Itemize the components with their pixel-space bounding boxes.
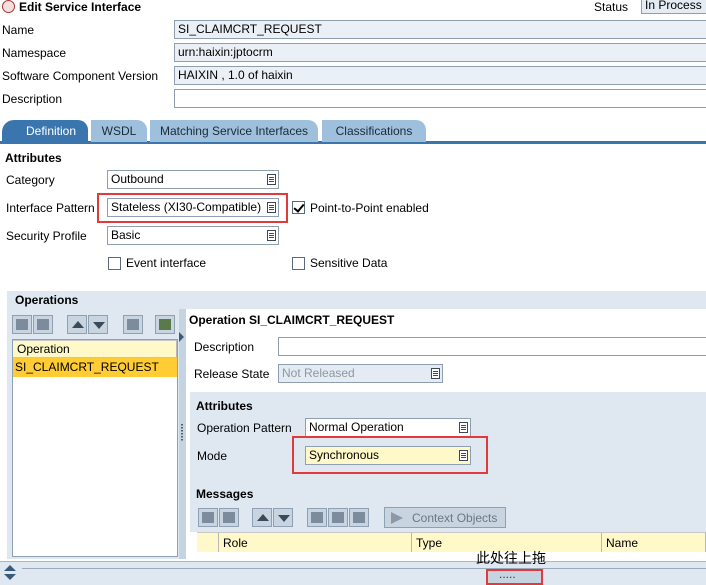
operations-title: Operations [15,293,79,307]
messages-table-corner [197,532,219,552]
messages-title: Messages [196,487,254,501]
description-field[interactable] [174,89,706,108]
operation-detail-title: Operation SI_CLAIMCRT_REQUEST [189,313,395,327]
category-label: Category [6,173,55,187]
paste-button[interactable] [349,508,369,527]
dropdown-icon[interactable] [459,422,468,433]
operation-pattern-label: Operation Pattern [197,421,292,435]
event-interface-label: Event interface [126,256,207,270]
description-label: Description [2,92,63,106]
p2p-checkbox[interactable] [292,201,305,214]
security-profile-dropdown[interactable]: Basic [107,226,279,245]
operation-list-header: Operation [13,340,177,358]
collapse-down-icon[interactable] [4,574,16,580]
column-role: Role [219,532,412,552]
copy-operation-button[interactable] [123,315,143,334]
copy-icon [332,512,344,523]
tab-definition[interactable]: Definition [2,120,88,142]
security-profile-label: Security Profile [6,229,87,243]
operation-list-item[interactable]: SI_CLAIMCRT_REQUEST [13,358,177,377]
delete-row-icon [37,319,49,330]
context-objects-label: Context Objects [412,511,498,525]
highlight-box [97,193,288,223]
attributes-title: Attributes [5,151,62,165]
arrow-down-icon [93,322,105,329]
status-value: In Process [641,0,706,14]
column-name: Name [602,532,706,552]
status-label: Status [594,0,629,14]
remove-operation-button[interactable] [33,315,53,334]
tree-icon [159,319,171,330]
mode-label: Mode [197,449,228,463]
column-type: Type [412,532,602,552]
operations-header-bar [7,291,706,309]
op-description-field[interactable] [278,337,706,356]
arrow-down-icon [278,515,290,522]
message-down-button[interactable] [273,508,293,527]
remove-message-button[interactable] [219,508,239,527]
scissors-icon [311,512,323,523]
sensitive-data-label: Sensitive Data [310,256,388,270]
name-label: Name [2,23,35,37]
edit-icon [2,0,15,13]
insert-row-icon [16,319,28,330]
paste-icon [353,512,365,523]
drag-handle-dots: ..... [499,567,516,581]
delete-row-icon [223,512,235,523]
op-description-label: Description [194,340,255,354]
sensitive-data-checkbox[interactable] [292,257,305,270]
copy-icon [127,319,139,330]
annotation-text: 此处往上拖 [476,551,546,567]
tab-classifications[interactable]: Classifications [322,120,426,142]
bottom-scroll-bar [0,561,706,585]
swcv-field[interactable]: HAIXIN , 1.0 of haixin [174,66,706,85]
insert-row-icon [202,512,214,523]
p2p-label: Point-to-Point enabled [310,201,429,215]
interface-pattern-label: Interface Pattern [6,201,95,215]
arrow-up-icon [72,321,84,328]
namespace-label: Namespace [2,46,67,60]
dropdown-icon [431,368,440,379]
collapse-up-icon[interactable] [4,565,16,571]
splitter-grip-icon [181,424,183,442]
tab-matching-service-interfaces[interactable]: Matching Service Interfaces [150,120,318,142]
bottom-divider [22,568,706,569]
arrow-right-icon [391,512,403,524]
cut-button[interactable] [307,508,327,527]
message-up-button[interactable] [252,508,272,527]
add-operation-button[interactable] [12,315,32,334]
tab-wsdl[interactable]: WSDL [91,120,147,142]
page-title: Edit Service Interface [19,0,142,14]
arrow-up-icon [257,514,269,521]
move-up-button[interactable] [67,315,87,334]
add-message-button[interactable] [198,508,218,527]
move-down-button[interactable] [88,315,108,334]
release-state-dropdown: Not Released [278,364,443,383]
settings-button[interactable] [155,315,175,334]
dropdown-icon[interactable] [267,230,276,241]
highlight-box [292,436,488,474]
dropdown-icon[interactable] [267,174,276,185]
copy-button[interactable] [328,508,348,527]
event-interface-checkbox[interactable] [108,257,121,270]
release-state-label: Release State [194,367,270,381]
splitter-arrow-icon [179,332,184,342]
context-objects-button[interactable]: Context Objects [384,507,506,528]
namespace-field[interactable]: urn:haixin:jptocrm [174,43,706,62]
operation-pattern-dropdown[interactable]: Normal Operation [305,418,471,437]
op-attributes-title: Attributes [196,399,253,413]
name-field[interactable]: SI_CLAIMCRT_REQUEST [174,20,706,39]
category-dropdown[interactable]: Outbound [107,170,279,189]
swcv-label: Software Component Version [2,69,159,83]
drag-handle[interactable]: ..... [486,567,543,585]
